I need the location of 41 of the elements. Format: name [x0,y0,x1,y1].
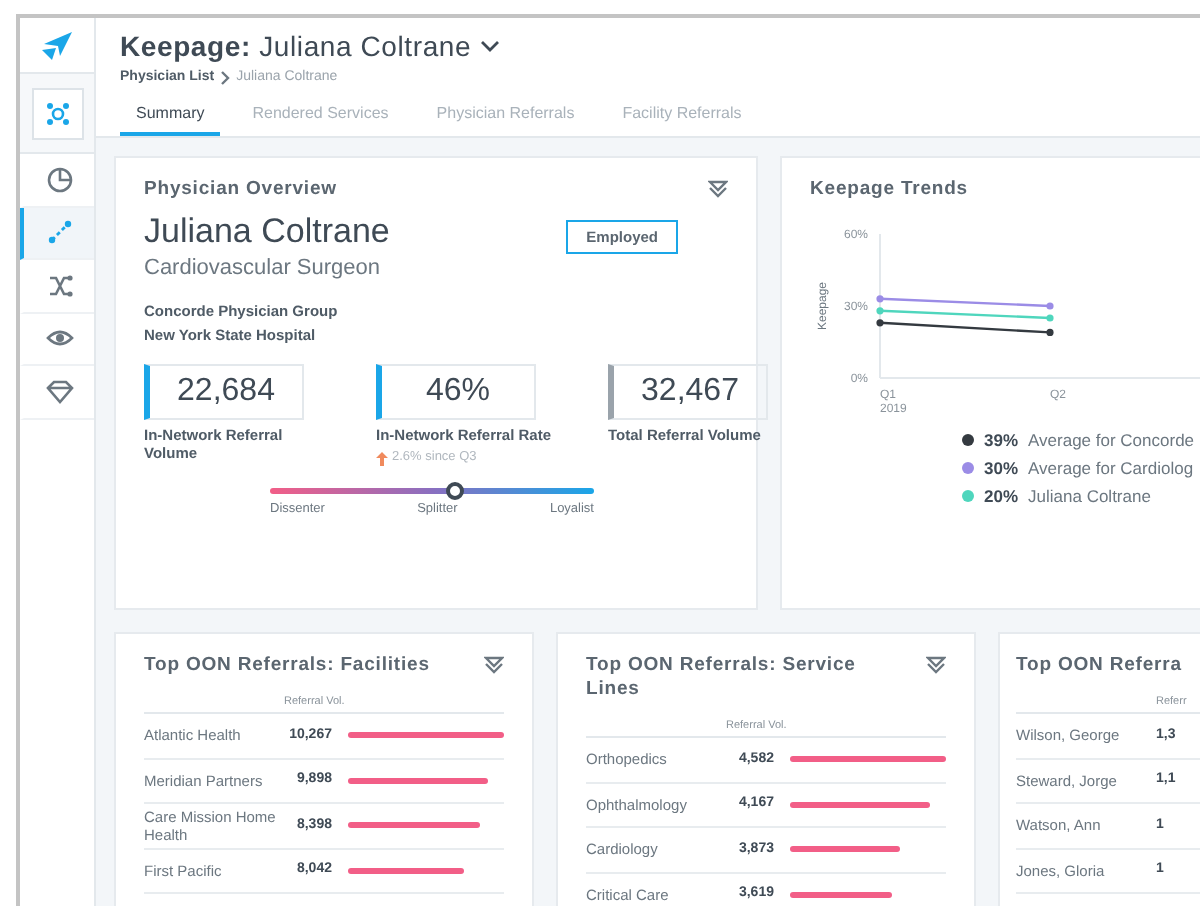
diamond-icon [45,377,73,406]
double-chevron-icon[interactable] [484,656,504,674]
card-title: Keepage Trends [810,178,968,202]
sidebar-item[interactable] [20,207,94,260]
data-point [876,307,884,315]
card-title: Top OON Referrals: Facilities [144,654,430,678]
card-title: Top OON Referra [1016,654,1182,678]
legend-label: Average for Cardiolog [1028,458,1194,478]
metric-value: 22,684 [144,364,304,421]
legend-label: Juliana Coltrane [1028,486,1151,506]
data-point [1046,302,1054,310]
card-title: Physician Overview [144,178,337,202]
sidebar-button[interactable] [31,87,83,139]
chevron-down-icon[interactable] [479,38,500,54]
page-title: Keepage: Juliana Coltrane [120,28,472,64]
data-point [1046,328,1054,336]
data-point [876,319,884,327]
data-point [1046,314,1054,322]
legend-value: 30% [984,458,1019,478]
data-point [876,295,884,303]
double-chevron-icon[interactable] [926,656,946,674]
tab[interactable]: Rendered Services [236,100,405,136]
chevron-right-icon [220,69,231,85]
physician-name: Juliana Coltrane [144,212,390,252]
link-icon [45,218,73,247]
legend-value: 20% [984,486,1019,506]
tab[interactable]: Facility Referrals [606,100,758,136]
specialty-text: Cardiovascular Surgeon [144,254,383,283]
metric-value: 32,467 [608,364,768,421]
arrow-up-icon [376,451,388,466]
metric-value: 46% [376,364,536,421]
card-title: Top OON Referrals: Service Lines [586,654,858,702]
clock-icon [45,165,73,194]
tab[interactable]: Physician Referrals [420,100,591,136]
logo-icon[interactable] [40,28,74,62]
legend-value: 39% [984,430,1019,450]
double-chevron-icon[interactable] [708,180,728,198]
legend-label: Average for Concorde [1028,430,1195,450]
network-icon [43,99,71,127]
shuffle-icon [45,271,73,300]
spectrum-thumb[interactable] [445,482,464,500]
